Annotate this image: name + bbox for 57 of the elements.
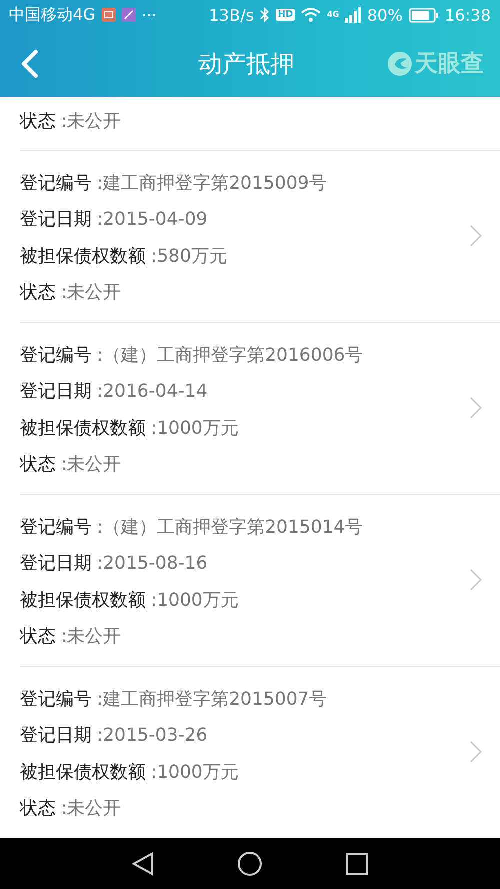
- field-label: 状态: [20, 110, 56, 134]
- field-value: :未公开: [61, 281, 122, 304]
- brand-logo: 天眼查: [415, 50, 484, 79]
- field-label: 登记编号: [20, 688, 92, 711]
- record-card[interactable]: 登记编号 :（建）工商押登字第2016006号 登记日期 :2016-04-14 被担保债权数额 :1000万元 状态 :未公开: [20, 322, 500, 494]
- more-notifications: ···: [142, 6, 157, 24]
- field-value: :2015-03-26: [97, 724, 208, 746]
- page-title: 动产抵押: [198, 48, 296, 80]
- notification-icon: [122, 8, 136, 22]
- network-type: 4G: [327, 11, 340, 19]
- battery-icon: [408, 8, 439, 22]
- field-value: :1000万元: [151, 588, 239, 612]
- field-label: 状态: [20, 625, 56, 648]
- clock: 16:38: [444, 6, 491, 24]
- field-value: :2015-08-16: [97, 552, 208, 574]
- record-card[interactable]: 登记编号 :建工商押登字第2015009号 登记日期 :2015-04-09 被担保债权数额 :580万元 状态 :未公开: [20, 150, 500, 322]
- notification-icon: [102, 8, 116, 22]
- field-label: 被担保债权数额: [20, 244, 146, 268]
- hd-badge: HD: [276, 9, 296, 21]
- field-value: :580万元: [151, 244, 228, 268]
- field-value: :建工商押登字第2015007号: [97, 688, 328, 711]
- bluetooth-icon: [260, 7, 270, 23]
- field-label: 登记日期: [20, 208, 92, 232]
- chevron-right-icon: [470, 569, 482, 591]
- field-label: 状态: [20, 453, 56, 476]
- field-value: :（建）工商押登字第2015014号: [97, 516, 364, 539]
- field-value: :1000万元: [151, 416, 239, 440]
- field-label: 被担保债权数额: [20, 416, 146, 440]
- chevron-right-icon: [470, 225, 482, 247]
- field-label: 登记日期: [20, 724, 92, 748]
- field-value: :建工商押登字第2015009号: [97, 172, 328, 195]
- field-value: :未公开: [61, 797, 122, 820]
- field-label: 被担保债权数额: [20, 588, 146, 612]
- field-value: :2016-04-14: [97, 380, 208, 402]
- field-value: :2015-04-09: [97, 208, 208, 230]
- field-label: 登记编号: [20, 516, 92, 539]
- field-label: 登记日期: [20, 552, 92, 576]
- field-label: 状态: [20, 281, 56, 304]
- wifi-icon: [301, 7, 322, 23]
- field-label: 登记日期: [20, 380, 92, 404]
- network-speed: 13B/s: [209, 6, 254, 24]
- field-value: :未公开: [61, 453, 122, 476]
- signal-icon: [345, 7, 362, 23]
- chevron-right-icon: [470, 741, 482, 763]
- field-value: :1000万元: [151, 760, 239, 784]
- carrier-name: 中国移动4G: [9, 4, 96, 26]
- field-label: 状态: [20, 797, 56, 820]
- field-label: 登记编号: [20, 172, 92, 195]
- field-label: 登记编号: [20, 344, 92, 367]
- field-value: :（建）工商押登字第2016006号: [97, 344, 364, 367]
- field-value: :未公开: [61, 625, 122, 648]
- battery-percent: 80%: [367, 6, 403, 24]
- logo-icon: [387, 50, 413, 76]
- field-value: :未公开: [61, 110, 122, 134]
- record-card[interactable]: 登记编号 :（建）工商押登字第2015014号 登记日期 :2015-08-16 被担保债权数额 :1000万元 状态 :未公开: [20, 494, 500, 666]
- chevron-right-icon: [470, 397, 482, 419]
- field-label: 被担保债权数额: [20, 760, 146, 784]
